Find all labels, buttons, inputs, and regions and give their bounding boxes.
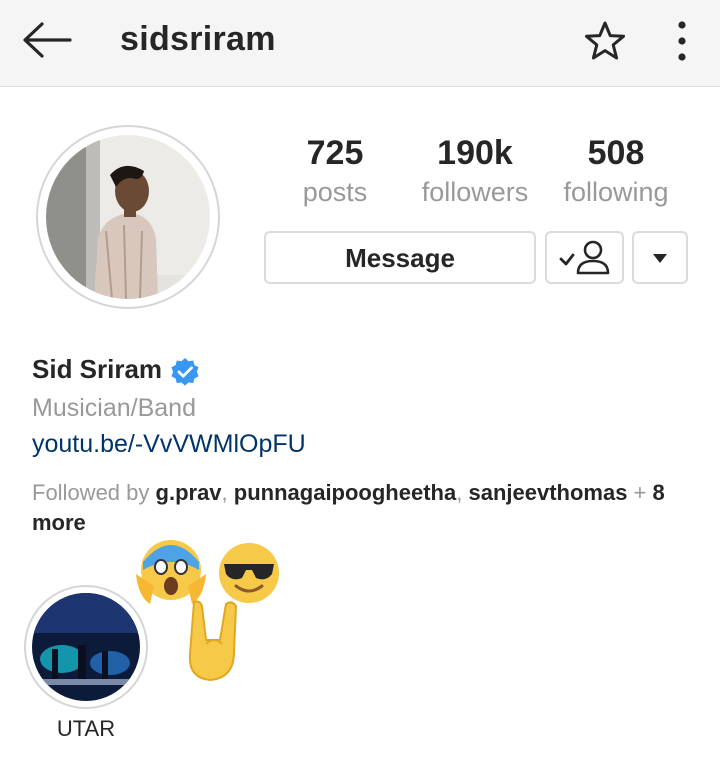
posts-stat: 725 posts xyxy=(265,132,405,210)
profile-category: Musician/Band xyxy=(32,394,196,422)
followers-stat[interactable]: 190k followers xyxy=(405,132,545,210)
mutual-follower-link[interactable]: g.prav xyxy=(156,480,222,505)
arrow-left-icon[interactable] xyxy=(20,20,74,60)
verified-badge-icon xyxy=(171,358,199,386)
posts-count: 725 xyxy=(306,134,364,172)
mutual-follower-link[interactable]: sanjeevthomas xyxy=(468,480,627,505)
vertical-dots-icon[interactable] xyxy=(668,18,696,64)
followed-by-prefix: Followed by xyxy=(32,480,156,505)
followers-count: 190k xyxy=(437,134,513,172)
following-button[interactable] xyxy=(545,231,624,284)
person-check-icon xyxy=(559,240,610,275)
profile-display-name: Sid Sriram xyxy=(32,354,163,384)
caret-down-icon xyxy=(653,254,667,263)
profile-avatar[interactable] xyxy=(46,135,210,299)
profile-username: sidsriram xyxy=(120,20,276,58)
following-label: following xyxy=(563,177,669,207)
star-outline-icon[interactable] xyxy=(582,18,628,64)
top-bar: sidsriram xyxy=(0,0,720,87)
posts-label: posts xyxy=(302,177,368,207)
followed-by-text[interactable]: Followed by g.prav, punnagaipoogheetha, … xyxy=(32,478,692,538)
rock-on-hand-emoji-icon xyxy=(188,600,238,682)
mutual-follower-link[interactable]: punnagaipoogheetha xyxy=(234,480,456,505)
followers-label: followers xyxy=(421,177,529,207)
following-stat[interactable]: 508 following xyxy=(546,132,686,210)
following-count: 508 xyxy=(587,134,645,172)
story-highlight-utar[interactable] xyxy=(32,593,140,701)
suggestions-dropdown-button[interactable] xyxy=(632,231,688,284)
story-highlight-label: UTAR xyxy=(56,716,116,741)
profile-website-link[interactable]: youtu.be/-VvVWMlOpFU xyxy=(32,430,306,459)
message-button[interactable]: Message xyxy=(264,231,536,284)
